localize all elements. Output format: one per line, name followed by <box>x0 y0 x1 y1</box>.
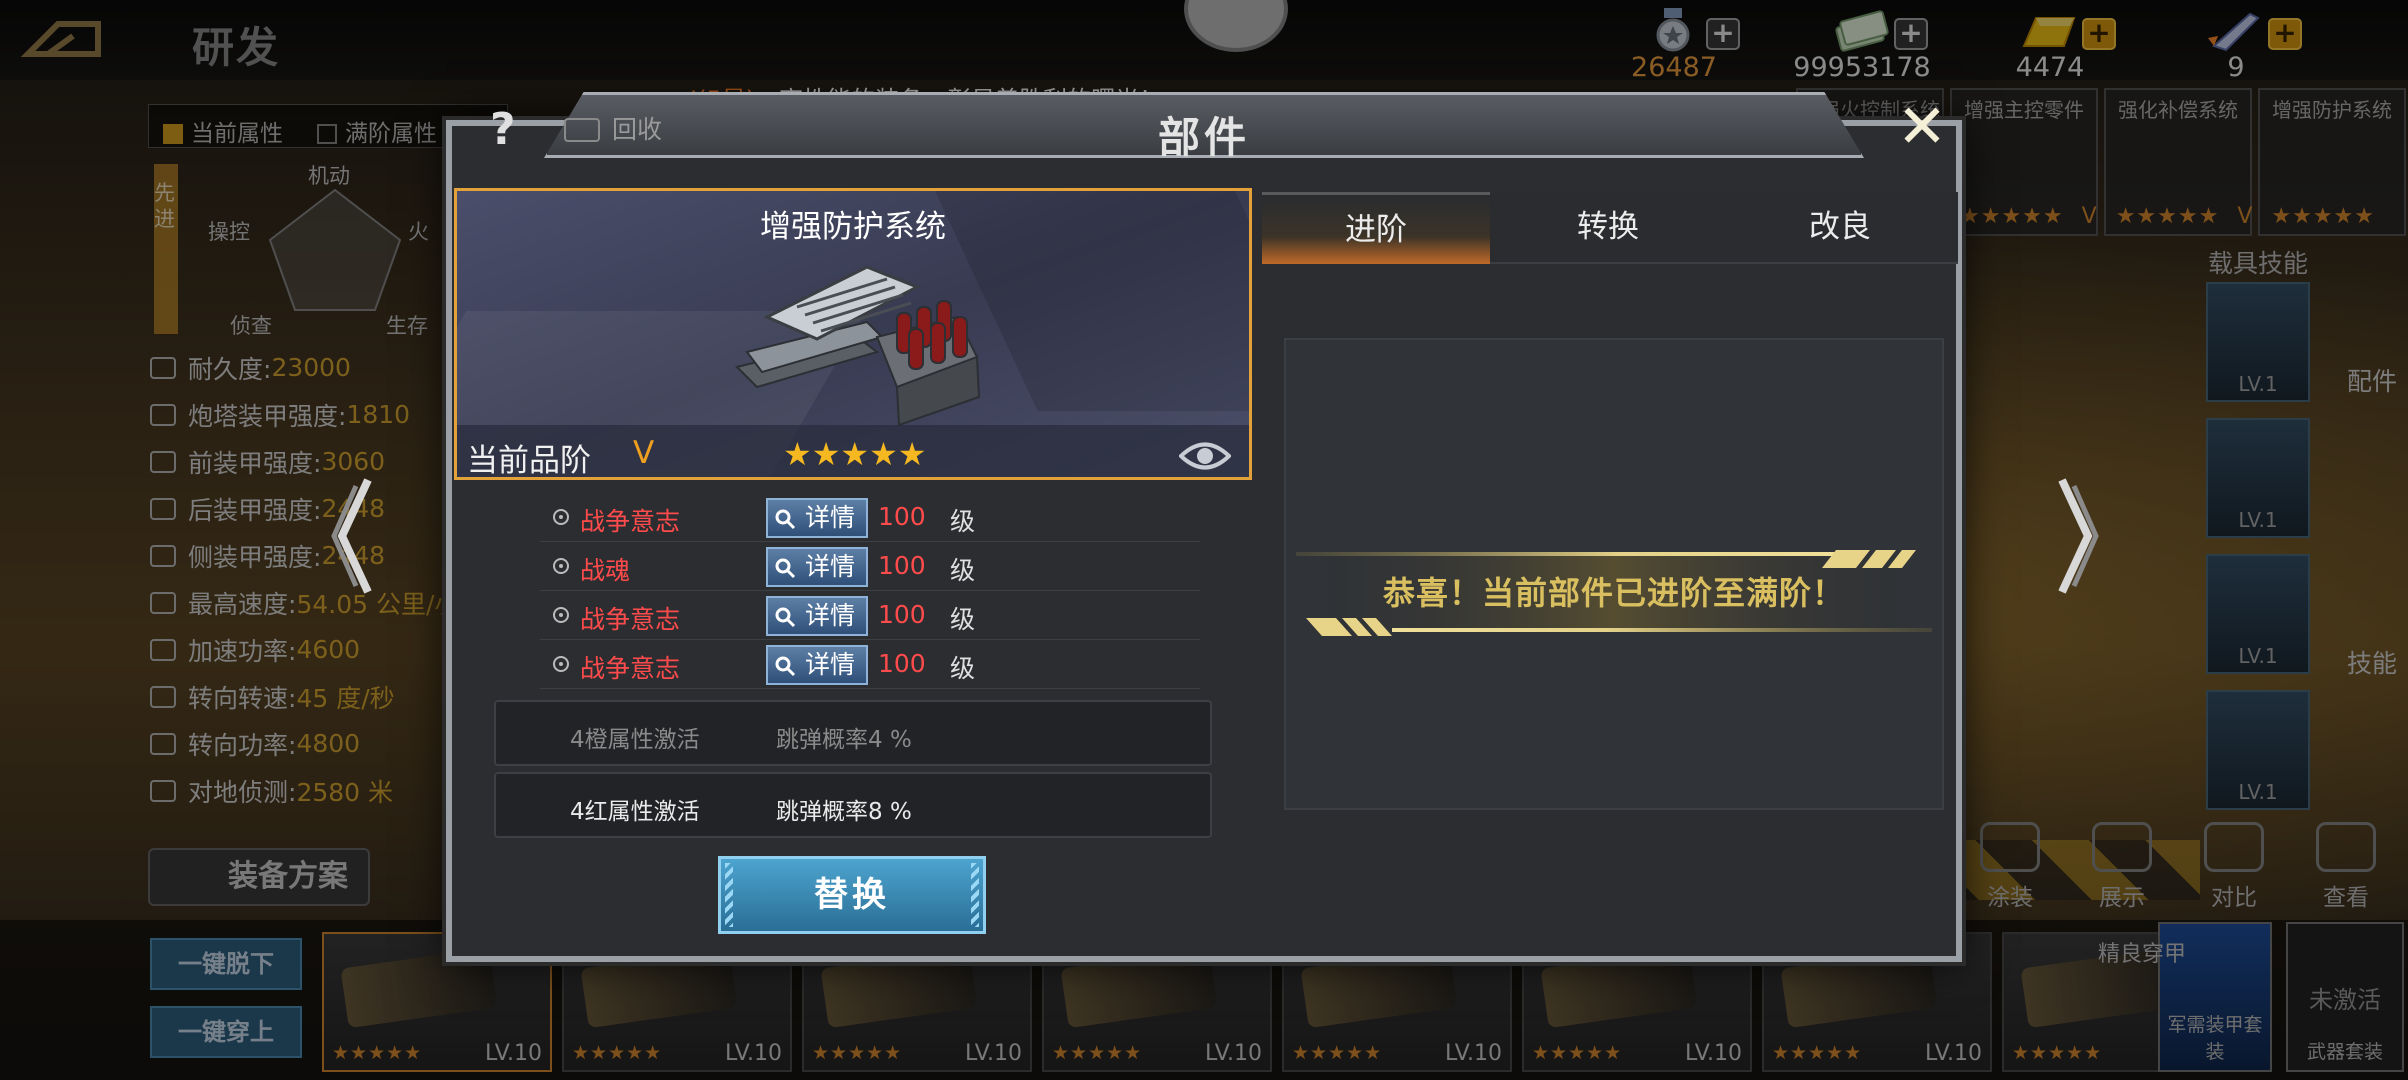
attribute-gear-icon <box>553 509 569 525</box>
part-attribute-unit: 级 <box>950 605 976 634</box>
part-attribute-unit: 级 <box>950 654 976 683</box>
activation-desc: 跳弹概率4 % <box>776 727 912 753</box>
attribute-gear-icon <box>553 607 569 623</box>
magnifier-icon <box>775 656 796 677</box>
part-attribute-unit: 级 <box>950 507 976 536</box>
magnifier-icon <box>775 558 796 579</box>
next-part-button[interactable] <box>2052 476 2102 596</box>
chevron-left-icon <box>331 478 372 594</box>
chevron-right-icon <box>2058 478 2099 594</box>
detail-button[interactable]: 详情 <box>766 645 868 685</box>
detail-label: 详情 <box>804 552 855 581</box>
magnifier-icon <box>775 607 796 628</box>
armor-part-icon <box>735 265 981 427</box>
detail-button[interactable]: 详情 <box>766 596 868 636</box>
attribute-gear-icon <box>553 656 569 672</box>
part-attribute-level: 100 <box>878 551 926 580</box>
part-attribute-name: 战争意志 <box>580 605 681 634</box>
part-attribute-level: 100 <box>878 649 926 678</box>
part-attribute-unit: 级 <box>950 556 976 585</box>
part-attribute-row: 战魂 详情 100 级 <box>540 543 1200 591</box>
detail-label: 详情 <box>804 503 855 532</box>
recycle-label: 回收 <box>612 115 663 144</box>
activation-row: 4红属性激活 跳弹概率8 % <box>494 772 1212 838</box>
part-attribute-level: 100 <box>878 600 926 629</box>
eye-icon[interactable] <box>1179 439 1231 473</box>
magnifier-icon <box>775 509 796 530</box>
activation-name: 4红属性激活 <box>570 799 700 825</box>
prev-part-button[interactable] <box>328 476 378 596</box>
grade-value: V <box>633 435 655 471</box>
part-preview-card: 增强防护系统 当前品阶 V ★★★★★ <box>454 188 1252 480</box>
tab-improve[interactable]: 改良 <box>1726 192 1954 264</box>
help-button[interactable]: ? <box>490 104 532 155</box>
activation-name: 4橙属性激活 <box>570 727 700 753</box>
activation-row: 4橙属性激活 跳弹概率4 % <box>494 700 1212 766</box>
grade-bar: 当前品阶 V ★★★★★ <box>457 425 1249 479</box>
close-button[interactable]: ✕ <box>1893 97 1951 158</box>
replace-button[interactable]: 替换 <box>718 856 986 934</box>
recycle-button[interactable]: 回收 <box>564 110 662 146</box>
max-grade-message: 恭喜！当前部件已进阶至满阶！ <box>1382 574 1845 612</box>
detail-button[interactable]: 详情 <box>766 498 868 538</box>
grade-label: 当前品阶 <box>467 443 591 479</box>
tab-advance[interactable]: 进阶 <box>1262 192 1490 264</box>
detail-button[interactable]: 详情 <box>766 547 868 587</box>
part-attribute-name: 战魂 <box>580 556 631 585</box>
part-attribute-level: 100 <box>878 502 926 531</box>
upgrade-tabs: 进阶 转换 改良 <box>1262 192 1958 264</box>
activation-desc: 跳弹概率8 % <box>776 799 912 825</box>
detail-label: 详情 <box>804 601 855 630</box>
part-attribute-row: 战争意志 详情 100 级 <box>540 592 1200 640</box>
recycle-icon <box>564 118 600 142</box>
star-rating: ★★★★★ <box>783 435 927 473</box>
part-name: 增强防护系统 <box>760 209 946 245</box>
modal-title: 部件 <box>1157 113 1250 162</box>
part-attribute-name: 战争意志 <box>580 654 681 683</box>
tab-convert[interactable]: 转换 <box>1494 192 1722 264</box>
part-attribute-row: 战争意志 详情 100 级 <box>540 641 1200 689</box>
detail-label: 详情 <box>804 650 855 679</box>
attribute-gear-icon <box>553 558 569 574</box>
part-attribute-row: 战争意志 详情 100 级 <box>540 494 1200 542</box>
part-attribute-name: 战争意志 <box>580 507 681 536</box>
